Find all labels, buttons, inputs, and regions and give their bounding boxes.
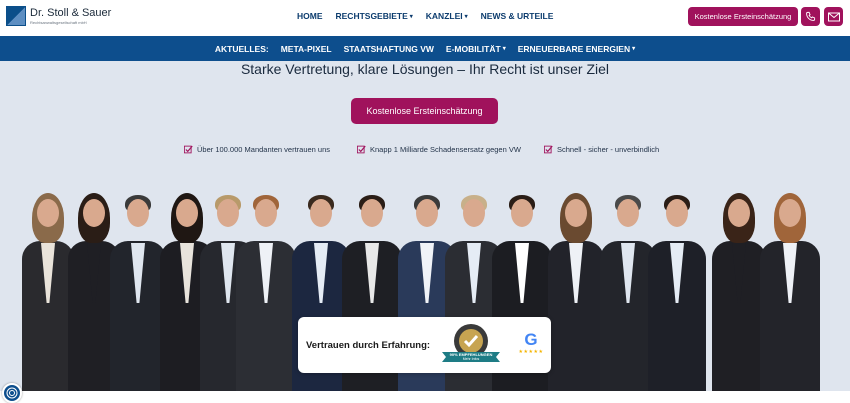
trust-point: Über 100.000 Mandanten vertrauen uns bbox=[184, 145, 330, 154]
consultation-button[interactable]: Kostenlose Ersteinschätzung bbox=[688, 7, 798, 26]
team-member bbox=[236, 191, 296, 391]
subnav-label: E-MOBILITÄT bbox=[445, 43, 501, 54]
nav-item-rechtsgebiete[interactable]: RECHTSGEBIETE ▾ bbox=[336, 11, 413, 21]
trust-card[interactable]: Vertrauen durch Erfahrung: 90% EMPFEHLUN… bbox=[298, 317, 551, 373]
team-member-head bbox=[511, 199, 533, 227]
team-member-head bbox=[416, 199, 438, 227]
trust-point: Schnell - sicher - unverbindlich bbox=[544, 145, 659, 154]
phone-button[interactable] bbox=[801, 7, 820, 26]
mail-button[interactable] bbox=[824, 7, 843, 26]
team-member-head bbox=[310, 199, 332, 227]
subnav-label: STAATSHAFTUNG VW bbox=[343, 43, 434, 54]
phone-icon bbox=[806, 11, 816, 21]
hero-consultation-button[interactable]: Kostenlose Ersteinschätzung bbox=[351, 98, 498, 124]
subnav-item-meta-pixel[interactable]: META-PIXEL bbox=[281, 44, 332, 54]
chevron-down-icon: ▾ bbox=[409, 13, 413, 20]
team-member-head bbox=[361, 199, 383, 227]
team-member-head bbox=[666, 199, 688, 227]
mail-icon bbox=[827, 12, 840, 21]
chevron-down-icon: ▾ bbox=[502, 46, 506, 52]
subnav-label: ERNEUERBARE ENERGIEN bbox=[517, 43, 631, 54]
logo-subtitle: Rechtsanwaltsgesellschaft mbH bbox=[30, 19, 87, 25]
team-member-head bbox=[565, 199, 587, 227]
check-icon bbox=[184, 145, 193, 154]
fingerprint-icon bbox=[6, 387, 18, 399]
nav-label: NEWS & URTEILE bbox=[480, 11, 554, 21]
trust-card-label: Vertrauen durch Erfahrung: bbox=[306, 339, 431, 351]
team-member bbox=[22, 191, 74, 391]
team-member-head bbox=[463, 199, 485, 227]
news-subnav: AKTUELLES: META-PIXEL STAATSHAFTUNG VW E… bbox=[0, 36, 850, 61]
award-seal-icon bbox=[442, 324, 500, 362]
logo-icon bbox=[6, 6, 26, 26]
team-member-head bbox=[37, 199, 59, 227]
page-footer-strip bbox=[0, 391, 850, 403]
team-member-head bbox=[83, 199, 105, 227]
nav-item-home[interactable]: HOME bbox=[297, 11, 323, 21]
check-icon bbox=[357, 145, 366, 154]
main-navigation: HOME RECHTSGEBIETE ▾ KANZLEI ▾ NEWS & UR… bbox=[297, 11, 566, 21]
team-member-head bbox=[127, 199, 149, 227]
subnav-label: META-PIXEL bbox=[280, 43, 332, 54]
team-member bbox=[110, 191, 166, 391]
badge-subtext: Mehr Infos bbox=[462, 357, 480, 361]
team-member-head bbox=[779, 199, 801, 227]
chevron-down-icon: ▾ bbox=[632, 46, 636, 52]
nav-item-kanzlei[interactable]: KANZLEI ▾ bbox=[426, 11, 468, 21]
subnav-item-erneuerbare[interactable]: ERNEUERBARE ENERGIEN ▾ bbox=[518, 44, 635, 54]
team-member-head bbox=[617, 199, 639, 227]
team-member bbox=[712, 191, 766, 391]
hero-section: Starke Vertretung, klare Lösungen – Ihr … bbox=[0, 61, 850, 391]
hero-headline: Starke Vertretung, klare Lösungen – Ihr … bbox=[240, 61, 610, 77]
subnav-item-e-mobilitaet[interactable]: E-MOBILITÄT ▾ bbox=[446, 44, 506, 54]
team-member bbox=[760, 191, 820, 391]
check-icon bbox=[544, 145, 553, 154]
trust-text: Schnell - sicher - unverbindlich bbox=[557, 145, 660, 154]
trust-text: Knapp 1 Milliarde Schadensersatz gegen V… bbox=[370, 145, 521, 154]
google-rating[interactable]: G ★★★★★ bbox=[517, 331, 545, 363]
subnav-prefix: AKTUELLES: bbox=[214, 43, 269, 54]
team-member bbox=[548, 191, 604, 391]
trust-point: Knapp 1 Milliarde Schadensersatz gegen V… bbox=[357, 145, 521, 154]
trust-text: Über 100.000 Mandanten vertrauen uns bbox=[197, 145, 331, 154]
team-member-head bbox=[728, 199, 750, 227]
recommendation-badge[interactable]: 90% EMPFEHLUNGEN Mehr Infos bbox=[440, 322, 502, 368]
accessibility-button[interactable] bbox=[2, 383, 22, 403]
subnav-item-staatshaftung[interactable]: STAATSHAFTUNG VW bbox=[344, 44, 434, 54]
team-member bbox=[648, 191, 706, 391]
rating-stars: ★★★★★ bbox=[518, 349, 544, 355]
nav-label: HOME bbox=[297, 11, 323, 21]
nav-label: KANZLEI bbox=[425, 11, 463, 21]
top-header: Dr. Stoll & Sauer Rechtsanwaltsgesellsch… bbox=[0, 0, 850, 36]
team-member-head bbox=[255, 199, 277, 227]
logo[interactable]: Dr. Stoll & Sauer Rechtsanwaltsgesellsch… bbox=[6, 6, 111, 26]
logo-name: Dr. Stoll & Sauer bbox=[30, 6, 112, 19]
nav-item-news[interactable]: NEWS & URTEILE bbox=[481, 11, 554, 21]
google-icon: G bbox=[524, 330, 538, 349]
nav-label: RECHTSGEBIETE bbox=[335, 11, 408, 21]
logo-text: Dr. Stoll & Sauer Rechtsanwaltsgesellsch… bbox=[30, 6, 112, 25]
team-member-head bbox=[176, 199, 198, 227]
chevron-down-icon: ▾ bbox=[464, 13, 468, 20]
